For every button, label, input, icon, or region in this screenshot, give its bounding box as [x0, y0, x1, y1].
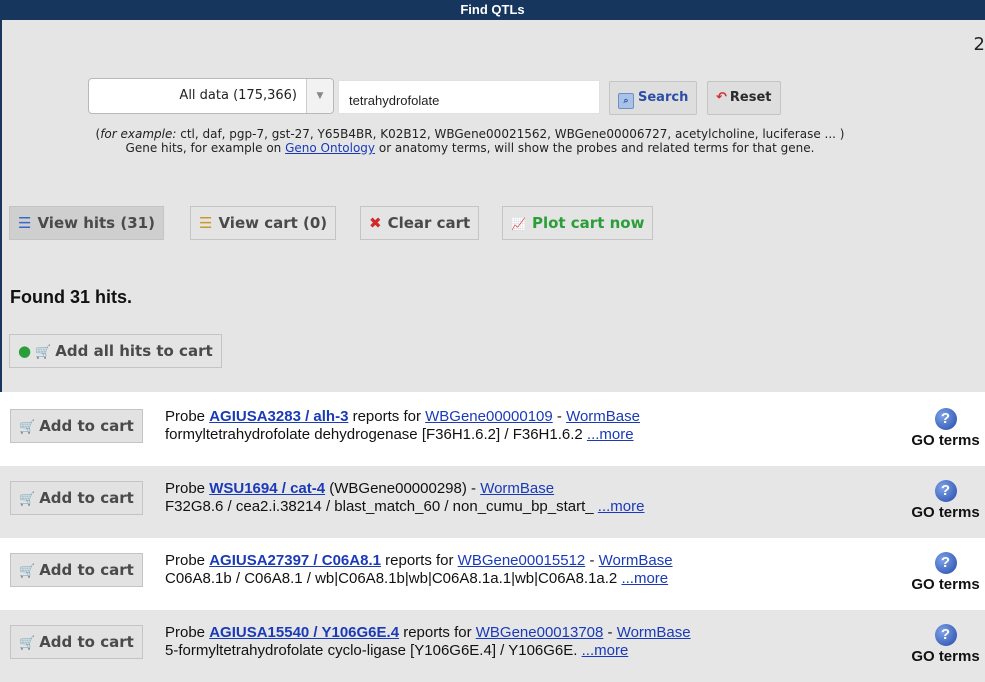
- gene-link[interactable]: WBGene00015512: [458, 552, 586, 569]
- list-icon: ☰: [199, 214, 213, 232]
- gene-link[interactable]: WBGene00013708: [476, 624, 604, 641]
- add-all-hits-button[interactable]: ● 🛒 Add all hits to cart: [9, 334, 222, 368]
- examples-line: (for example: ctl, daf, pgp-7, gst-27, Y…: [95, 127, 845, 141]
- search-input[interactable]: [338, 80, 600, 114]
- result-row: 🛒 Add to cart Probe AGIUSA27397 / C06A8.1…: [0, 538, 985, 610]
- list-icon: ☰: [18, 214, 32, 232]
- dataset-select[interactable]: All data (175,366) ▼: [88, 78, 334, 114]
- view-cart-label: View cart (0): [218, 214, 328, 232]
- wormbase-link[interactable]: WormBase: [617, 624, 691, 641]
- gene-link[interactable]: WBGene00000109: [425, 408, 553, 425]
- page-number: 2: [973, 34, 985, 55]
- more-link[interactable]: ...more: [587, 426, 634, 443]
- search-examples: (for example: ctl, daf, pgp-7, gst-27, Y…: [0, 127, 940, 155]
- result-description: Probe AGIUSA3283 / alh-3 reports for WBG…: [165, 408, 640, 443]
- more-link[interactable]: ...more: [598, 498, 645, 515]
- go-terms-button[interactable]: ? GO terms: [906, 480, 985, 521]
- add-all-label: Add all hits to cart: [55, 342, 213, 360]
- undo-icon: ↶: [716, 90, 727, 105]
- more-link[interactable]: ...more: [621, 570, 668, 587]
- go-terms-button[interactable]: ? GO terms: [906, 408, 985, 449]
- probe-link[interactable]: AGIUSA27397 / C06A8.1: [209, 552, 381, 569]
- page-title-bar: Find QTLs: [0, 0, 985, 20]
- cart-icon: 🛒: [19, 492, 36, 507]
- chart-icon: 📈: [511, 217, 526, 231]
- add-to-cart-button[interactable]: 🛒 Add to cart: [10, 409, 143, 443]
- result-description: Probe AGIUSA15540 / Y106G6E.4 reports fo…: [165, 624, 691, 659]
- go-terms-button[interactable]: ? GO terms: [906, 552, 985, 593]
- wormbase-link[interactable]: WormBase: [599, 552, 673, 569]
- help-icon: ?: [934, 408, 957, 430]
- hint-line: Gene hits, for example on Geno Ontology …: [125, 141, 815, 155]
- add-to-cart-button[interactable]: 🛒 Add to cart: [10, 553, 143, 587]
- reset-button-label: Reset: [729, 90, 772, 105]
- help-icon: ?: [934, 624, 957, 646]
- result-description: Probe WSU1694 / cat-4 (WBGene00000298) -…: [165, 480, 645, 515]
- chevron-down-icon[interactable]: ▼: [306, 79, 333, 113]
- probe-link[interactable]: WSU1694 / cat-4: [209, 480, 325, 497]
- view-hits-label: View hits (31): [37, 214, 155, 232]
- plot-cart-button[interactable]: 📈 Plot cart now: [502, 206, 654, 240]
- dataset-select-value: All data (175,366): [179, 88, 297, 103]
- cart-icon: 🛒: [19, 420, 36, 435]
- results-count: Found 31 hits.: [10, 287, 133, 307]
- probe-link[interactable]: AGIUSA15540 / Y106G6E.4: [209, 624, 399, 641]
- help-icon: ?: [934, 480, 957, 502]
- result-row: 🛒 Add to cart Probe AGIUSA3283 / alh-3 re…: [0, 394, 985, 466]
- play-icon: ●: [18, 342, 32, 360]
- clear-cart-button[interactable]: ✖ Clear cart: [360, 206, 480, 240]
- add-to-cart-button[interactable]: 🛒 Add to cart: [10, 481, 143, 515]
- page-title: Find QTLs: [460, 2, 525, 17]
- plot-cart-label: Plot cart now: [531, 214, 645, 232]
- result-row: 🛒 Add to cart Probe WSU1694 / cat-4 (WBGe…: [0, 466, 985, 538]
- reset-button[interactable]: ↶ Reset: [707, 81, 781, 115]
- cart-icon: 🛒: [35, 345, 52, 360]
- search-button[interactable]: ⌕ Search: [609, 81, 698, 115]
- x-icon: ✖: [369, 214, 382, 232]
- more-link[interactable]: ...more: [582, 642, 629, 659]
- cart-icon: 🛒: [19, 636, 36, 651]
- magnifier-icon: ⌕: [618, 93, 634, 109]
- result-row: 🛒 Add to cart Probe AGIUSA15540 / Y106G6E…: [0, 610, 985, 682]
- probe-link[interactable]: AGIUSA3283 / alh-3: [209, 408, 348, 425]
- clear-cart-label: Clear cart: [387, 214, 471, 232]
- add-to-cart-button[interactable]: 🛒 Add to cart: [10, 625, 143, 659]
- result-description: Probe AGIUSA27397 / C06A8.1 reports for …: [165, 552, 673, 587]
- help-icon: ?: [934, 552, 957, 574]
- search-button-label: Search: [638, 90, 689, 105]
- view-cart-button[interactable]: ☰ View cart (0): [190, 206, 337, 240]
- gene-ontology-link[interactable]: Geno Ontology: [285, 141, 375, 155]
- wormbase-link[interactable]: WormBase: [566, 408, 640, 425]
- go-terms-button[interactable]: ? GO terms: [906, 624, 985, 665]
- wormbase-link[interactable]: WormBase: [480, 480, 554, 497]
- view-hits-button[interactable]: ☰ View hits (31): [9, 206, 164, 240]
- cart-icon: 🛒: [19, 564, 36, 579]
